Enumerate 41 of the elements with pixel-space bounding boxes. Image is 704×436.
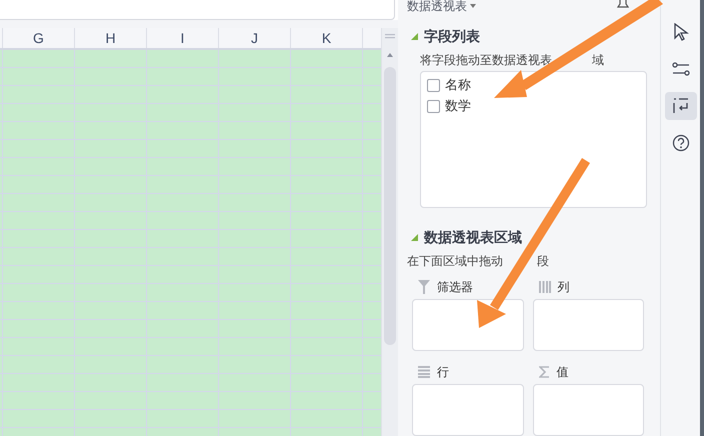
rows-icon	[418, 366, 430, 378]
checkbox[interactable]	[427, 78, 440, 92]
funnel-icon	[418, 280, 430, 294]
column-header[interactable]: K	[290, 28, 362, 48]
sigma-icon	[538, 366, 550, 378]
area-label: 行	[437, 364, 449, 381]
area-label: 列	[558, 279, 570, 296]
formula-bar[interactable]	[0, 0, 395, 20]
hint-text: 段	[537, 253, 549, 270]
column-header[interactable]: J	[218, 28, 290, 48]
drop-area[interactable]	[412, 299, 524, 351]
panel-title: 数据透视表	[407, 0, 467, 13]
triangle-icon[interactable]	[411, 33, 418, 40]
hint-text: 将字段拖动至数据透视表	[420, 52, 552, 69]
scroll-up-icon[interactable]	[387, 53, 393, 57]
hint-text: 在下面区域中拖动	[407, 253, 503, 270]
help-icon	[672, 134, 690, 152]
drop-area[interactable]	[412, 384, 524, 436]
splitter-icon[interactable]	[385, 34, 395, 39]
sliders-icon	[672, 62, 690, 76]
hint-text: 域	[592, 52, 604, 69]
cell-grid[interactable]	[0, 50, 381, 436]
section-heading: 字段列表	[424, 27, 480, 46]
section-heading: 数据透视表区域	[424, 228, 522, 247]
drop-area[interactable]	[532, 384, 644, 436]
cursor-icon	[672, 23, 688, 41]
caret-icon[interactable]	[470, 4, 476, 8]
toolbar-button[interactable]	[664, 92, 696, 120]
checkbox[interactable]	[427, 100, 440, 112]
column-header[interactable]: H	[74, 28, 146, 48]
pin-icon[interactable]	[617, 0, 629, 8]
triangle-icon[interactable]	[411, 234, 418, 241]
field-label[interactable]: 数学	[445, 96, 471, 116]
column-header[interactable]: G	[2, 28, 74, 48]
columns-icon	[538, 281, 550, 293]
drop-area[interactable]	[532, 299, 644, 351]
field-label[interactable]: 名称	[445, 75, 471, 95]
area-label: 筛选器	[437, 279, 473, 296]
column-header[interactable]: I	[146, 28, 218, 48]
area-label: 值	[556, 364, 568, 381]
pivot-table-icon	[672, 97, 690, 115]
